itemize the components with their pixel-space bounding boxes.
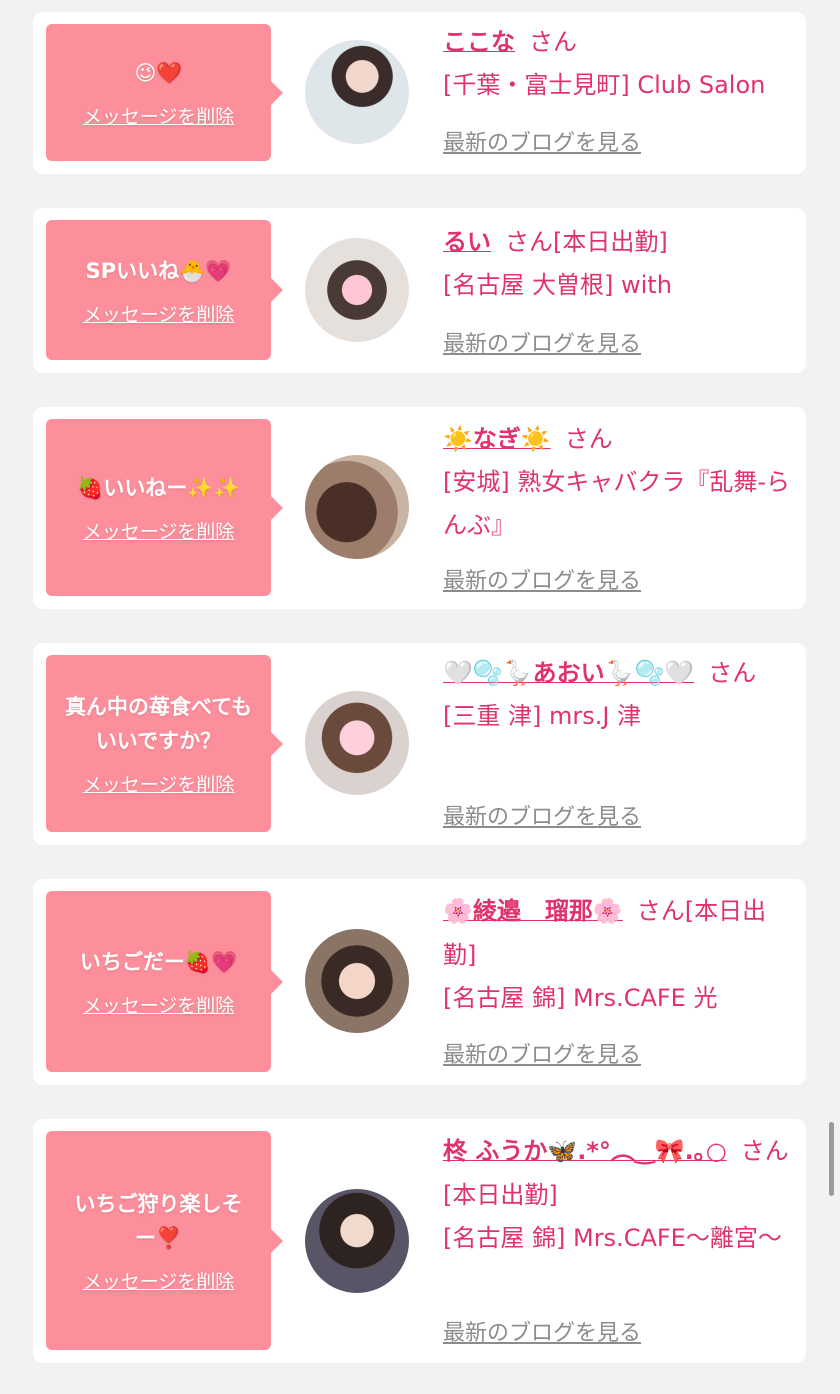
- avatar[interactable]: [305, 455, 409, 559]
- shop-name: [安城] 熟女キャバクラ『乱舞-らんぶ』: [443, 468, 791, 539]
- delete-message-link[interactable]: メッセージを削除: [83, 300, 235, 327]
- blog-link[interactable]: 最新のブログを見る: [443, 125, 641, 157]
- sender-info: 🤍🫧🪿あおい🪿🫧🤍 さん [三重 津] mrs.J 津: [443, 651, 793, 738]
- blog-link[interactable]: 最新のブログを見る: [443, 326, 641, 358]
- name-suffix: さん[本日出勤]: [505, 228, 668, 256]
- delete-message-link[interactable]: メッセージを削除: [83, 517, 235, 544]
- sender-info: 🌸綾邉 瑠那🌸 さん[本日出勤] [名古屋 錦] Mrs.CAFE 光: [443, 889, 793, 1020]
- delete-message-link[interactable]: メッセージを削除: [83, 991, 235, 1018]
- delete-message-link[interactable]: メッセージを削除: [83, 770, 235, 797]
- message-card: 🍓いいねー✨✨ メッセージを削除 ☀️なぎ☀️ さん [安城] 熟女キャバクラ『乱…: [33, 407, 806, 609]
- message-bubble: 😉❤️ メッセージを削除: [46, 24, 283, 161]
- message-text: 🍓いいねー✨✨: [77, 476, 240, 500]
- shop-name: [三重 津] mrs.J 津: [443, 702, 642, 730]
- shop-name: [千葉・富士見町] Club Salon: [443, 71, 766, 99]
- avatar[interactable]: [305, 238, 409, 342]
- blog-link[interactable]: 最新のブログを見る: [443, 1315, 641, 1347]
- name-suffix: さん: [529, 28, 577, 56]
- blog-link[interactable]: 最新のブログを見る: [443, 799, 641, 831]
- message-bubble: いちごだー🍓💗 メッセージを削除: [46, 891, 283, 1072]
- sender-name-link[interactable]: 🤍🫧🪿あおい🪿🫧🤍: [443, 659, 694, 687]
- sender-info: ここな さん [千葉・富士見町] Club Salon: [443, 20, 793, 107]
- sender-name-link[interactable]: 柊 ふうか🦋.*°︵‿🎀.｡○: [443, 1137, 727, 1165]
- message-card: 真ん中の苺食べてもいいですか？ メッセージを削除 🤍🫧🪿あおい🪿🫧🤍 さん [三重…: [33, 643, 806, 845]
- sender-name-link[interactable]: るい: [443, 228, 491, 256]
- sender-info: るい さん[本日出勤] [名古屋 大曽根] with: [443, 220, 793, 307]
- avatar[interactable]: [305, 691, 409, 795]
- sender-name-link[interactable]: 🌸綾邉 瑠那🌸: [443, 897, 623, 925]
- message-text: 😉❤️: [134, 61, 183, 85]
- message-bubble: SPいいね🐣💗 メッセージを削除: [46, 220, 283, 360]
- avatar[interactable]: [305, 40, 409, 144]
- message-card: いちご狩り楽しそー❣️ メッセージを削除 柊 ふうか🦋.*°︵‿🎀.｡○ さん[本…: [33, 1119, 806, 1363]
- sender-name-link[interactable]: ここな: [443, 28, 515, 56]
- blog-link[interactable]: 最新のブログを見る: [443, 563, 641, 595]
- message-card: SPいいね🐣💗 メッセージを削除 るい さん[本日出勤] [名古屋 大曽根] wi…: [33, 208, 806, 373]
- sender-info: 柊 ふうか🦋.*°︵‿🎀.｡○ さん[本日出勤] [名古屋 錦] Mrs.CAFE…: [443, 1129, 793, 1260]
- message-text: SPいいね🐣💗: [85, 258, 232, 283]
- delete-message-link[interactable]: メッセージを削除: [83, 1267, 235, 1294]
- name-suffix: さん: [708, 659, 757, 687]
- name-suffix: さん: [564, 425, 613, 453]
- avatar[interactable]: [305, 929, 409, 1033]
- message-bubble: いちご狩り楽しそー❣️ メッセージを削除: [46, 1131, 283, 1350]
- message-text: いちご狩り楽しそー❣️: [74, 1192, 243, 1250]
- shop-name: [名古屋 錦] Mrs.CAFE 光: [443, 984, 718, 1012]
- blog-link[interactable]: 最新のブログを見る: [443, 1037, 641, 1069]
- shop-name: [名古屋 大曽根] with: [443, 271, 672, 299]
- message-text: 真ん中の苺食べてもいいですか？: [64, 695, 253, 753]
- scrollbar[interactable]: [829, 1122, 834, 1196]
- delete-message-link[interactable]: メッセージを削除: [83, 102, 235, 129]
- message-card: 😉❤️ メッセージを削除 ここな さん [千葉・富士見町] Club Salon …: [33, 12, 806, 174]
- sender-info: ☀️なぎ☀️ さん [安城] 熟女キャバクラ『乱舞-らんぶ』: [443, 417, 793, 547]
- message-bubble: 🍓いいねー✨✨ メッセージを削除: [46, 419, 283, 596]
- message-text: いちごだー🍓💗: [79, 950, 238, 974]
- shop-name: [名古屋 錦] Mrs.CAFE〜離宮〜: [443, 1224, 782, 1252]
- message-bubble: 真ん中の苺食べてもいいですか？ メッセージを削除: [46, 655, 283, 832]
- message-card: いちごだー🍓💗 メッセージを削除 🌸綾邉 瑠那🌸 さん[本日出勤] [名古屋 錦]…: [33, 879, 806, 1085]
- sender-name-link[interactable]: ☀️なぎ☀️: [443, 425, 551, 453]
- avatar[interactable]: [305, 1189, 409, 1293]
